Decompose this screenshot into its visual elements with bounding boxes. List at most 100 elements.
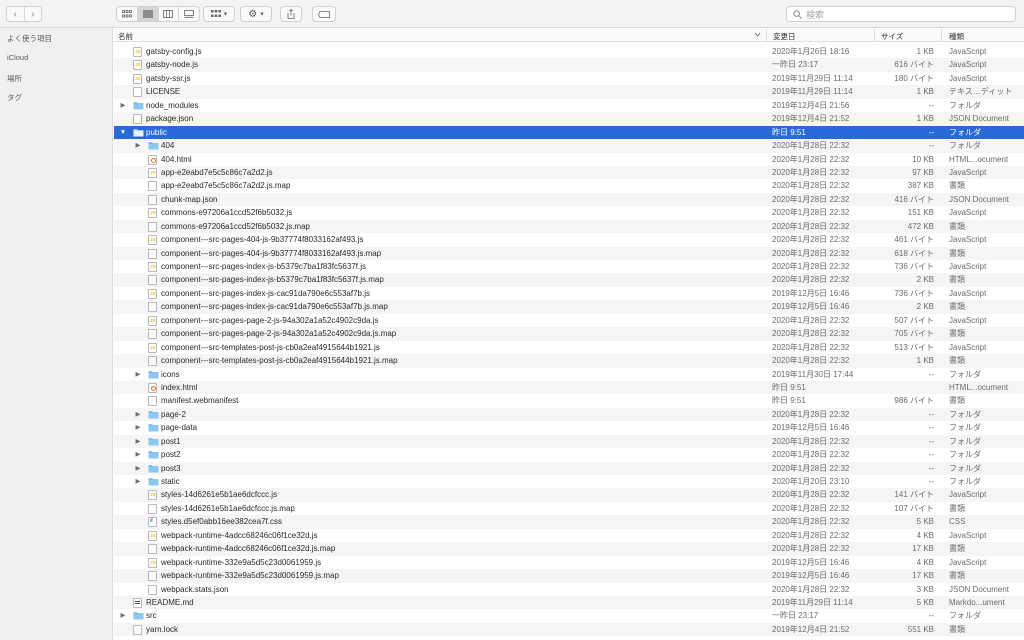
sidebar-section-favorites[interactable]: よく使う項目 [7,33,52,44]
disclosure-closed-icon[interactable]: ▶ [134,421,142,434]
file-name: component---src-pages-404-js-9b37774f803… [161,248,382,258]
file-row[interactable]: # styles.d5ef0abb16ee382cea7f.css 2020年1月2… [114,515,1024,529]
file-row[interactable]: component---src-pages-index-js-b5379c7ba… [114,273,1024,287]
file-row[interactable]: ▶ post2 2020年1月28日 22:32 -- フォルダ [114,448,1024,461]
file-row[interactable]: JS component---src-pages-index-js-b5379c7… [114,260,1024,273]
tag-button[interactable] [312,6,336,22]
file-row[interactable]: JS component---src-pages-page-2-js-94a302… [114,314,1024,327]
file-row[interactable]: ▶ static 2020年1月20日 23:10 -- フォルダ [114,475,1024,488]
file-row[interactable]: webpack-runtime-332e9a5d5c23d0061959.js.… [114,569,1024,583]
file-row[interactable]: ▶ post3 2020年1月28日 22:32 -- フォルダ [114,461,1024,475]
file-row[interactable]: JS component---src-pages-index-js-cac91da… [114,287,1024,300]
file-row[interactable]: webpack.stats.json 2020年1月28日 22:32 3 KB JS… [114,583,1024,596]
file-row[interactable]: JS component---src-pages-404-js-9b37774f8… [114,233,1024,246]
js-file-icon: JS [133,60,142,71]
file-row[interactable]: component---src-pages-404-js-9b37774f803… [114,246,1024,260]
file-row[interactable]: ▶ 404 2020年1月28日 22:32 -- フォルダ [114,139,1024,153]
disclosure-closed-icon[interactable]: ▶ [134,408,142,421]
column-divider[interactable] [874,29,875,41]
file-row[interactable]: manifest.webmanifest 昨日 9:51 986 バイト 書類 [114,394,1024,407]
disclosure-closed-icon[interactable]: ▶ [134,462,142,475]
file-size: 736 バイト [894,262,934,271]
column-view-icon[interactable] [159,7,180,21]
sidebar-section-locations[interactable]: 場所 [7,73,22,84]
file-size: 1 KB [916,114,934,124]
sidebar-section-icloud[interactable]: iCloud [7,53,28,62]
file-row[interactable]: styles-14d6261e5b1ae6dcfccc.js.map 2020年1… [114,502,1024,515]
file-row[interactable]: 404.html 2020年1月28日 22:32 10 KB HTML...ocum… [114,153,1024,166]
toolbar: ‹ › ▾ ⚙ ▾ 検索 [0,0,1024,28]
disclosure-closed-icon[interactable]: ▶ [119,609,127,622]
file-row[interactable]: README.md 2019年11月29日 11:14 5 KB Markdo...u… [114,595,1024,610]
file-row[interactable]: webpack-runtime-4adcc68246c06f1ce32d.js.… [114,542,1024,556]
file-date: 2019年11月29日 11:14 [772,87,853,97]
disclosure-closed-icon[interactable]: ▶ [134,368,142,381]
file-row[interactable]: ▶ node_modules 2019年12月4日 21:56 -- フォルダ [114,99,1024,112]
file-row[interactable]: JS gatsby-node.js 一昨日 23:17 616 バイト JavaScri… [114,58,1024,72]
back-icon[interactable]: ‹ [7,7,25,21]
file-row[interactable]: index.html 昨日 9:51 HTML...ocument [114,380,1024,395]
file-date: 2020年1月28日 22:32 [772,141,850,151]
sort-chevron-icon[interactable] [754,32,761,38]
file-row[interactable]: JS gatsby-ssr.js 2019年11月29日 11:14 180 バイト J… [114,72,1024,85]
file-row[interactable]: JS app-e2eabd7e5c5c86c7a2d2.js 2020年1月28日 … [114,165,1024,180]
gallery-view-icon[interactable] [179,7,199,21]
document-icon [148,571,157,582]
file-name: public [146,127,167,137]
column-size[interactable]: サイズ [881,31,903,42]
column-kind[interactable]: 種類 [949,31,964,42]
file-row[interactable]: package.json 2019年12月4日 21:52 1 KB JSON Doc… [114,112,1024,126]
search-field[interactable]: 検索 [786,6,1016,22]
share-icon [287,9,295,19]
disclosure-closed-icon[interactable]: ▶ [134,435,142,448]
file-row[interactable]: LICENSE 2019年11月29日 11:14 1 KB テキス…ディット [114,85,1024,99]
file-row[interactable]: JS gatsby-config.js 2020年1月26日 18:16 1 KB Ja… [114,45,1024,58]
file-row[interactable]: JS webpack-runtime-332e9a5d5c23d0061959.j… [114,556,1024,569]
file-row[interactable]: ▶ src 一昨日 23:17 -- フォルダ [114,609,1024,622]
folder-icon [133,611,144,621]
file-date: 2020年1月28日 22:32 [772,315,850,325]
file-size: 387 KB [907,181,934,191]
file-row[interactable]: ▶ post1 2020年1月28日 22:32 -- フォルダ [114,434,1024,449]
column-date[interactable]: 変更日 [773,31,796,42]
file-row[interactable]: ▼ public 昨日 9:51 -- フォルダ [114,125,1024,140]
group-button[interactable]: ▾ [203,6,235,22]
js-file-icon: JS [148,342,157,353]
disclosure-closed-icon[interactable]: ▶ [119,99,127,112]
file-row[interactable]: JS webpack-runtime-4adcc68246c06f1ce32d.j… [114,529,1024,542]
file-size: -- [928,423,934,433]
action-button[interactable]: ⚙ ▾ [240,6,272,22]
column-name[interactable]: 名前 [118,31,133,42]
file-row[interactable]: component---src-templates-post-js-cb0a2e… [114,354,1024,368]
icon-view-icon[interactable] [117,7,138,21]
file-size: 736 バイト [894,288,934,298]
file-kind: フォルダ [949,409,981,419]
file-row[interactable]: ▶ page-2 2020年1月28日 22:32 -- フォルダ [114,407,1024,422]
disclosure-open-icon[interactable]: ▼ [119,126,127,139]
file-row[interactable]: ▶ icons 2019年11月30日 17:44 -- フォルダ [114,368,1024,381]
file-row[interactable]: JS component---src-templates-post-js-cb0a… [114,341,1024,354]
file-row[interactable]: chunk-map.json 2020年1月28日 22:32 416 バイト JSO… [114,192,1024,207]
disclosure-closed-icon[interactable]: ▶ [134,139,142,152]
forward-icon[interactable]: › [25,7,42,21]
file-row[interactable]: component---src-pages-page-2-js-94a302a1… [114,327,1024,341]
file-row[interactable]: JS styles-14d6261e5b1ae6dcfccc.js 2020年1月2… [114,488,1024,502]
column-divider[interactable] [941,29,942,41]
file-date: 2020年1月28日 22:32 [772,275,850,285]
disclosure-closed-icon[interactable]: ▶ [134,475,142,488]
file-row[interactable]: JS commons-e97206a1ccd52f6b5032.js 2020年1月… [114,206,1024,219]
list-view-icon[interactable] [137,7,159,21]
file-name: component---src-pages-404-js-9b37774f803… [161,235,364,245]
file-kind: JavaScript [949,167,987,177]
file-name: webpack-runtime-4adcc68246c06f1ce32d.js.… [161,544,336,554]
file-row[interactable]: yarn.lock 2019年12月4日 21:52 551 KB 書類 [114,622,1024,637]
file-kind: フォルダ [949,423,981,433]
disclosure-closed-icon[interactable]: ▶ [134,448,142,461]
file-row[interactable]: component---src-pages-index-js-cac91da79… [114,300,1024,314]
file-row[interactable]: app-e2eabd7e5c5c86c7a2d2.js.map 2020年1月28… [114,179,1024,192]
share-button[interactable] [280,6,302,22]
column-divider[interactable] [766,29,767,41]
file-row[interactable]: commons-e97206a1ccd52f6b5032.js.map 2020年… [114,219,1024,234]
sidebar-section-tags[interactable]: タグ [7,92,22,103]
file-row[interactable]: ▶ page-data 2019年12月5日 16:46 -- フォルダ [114,421,1024,434]
